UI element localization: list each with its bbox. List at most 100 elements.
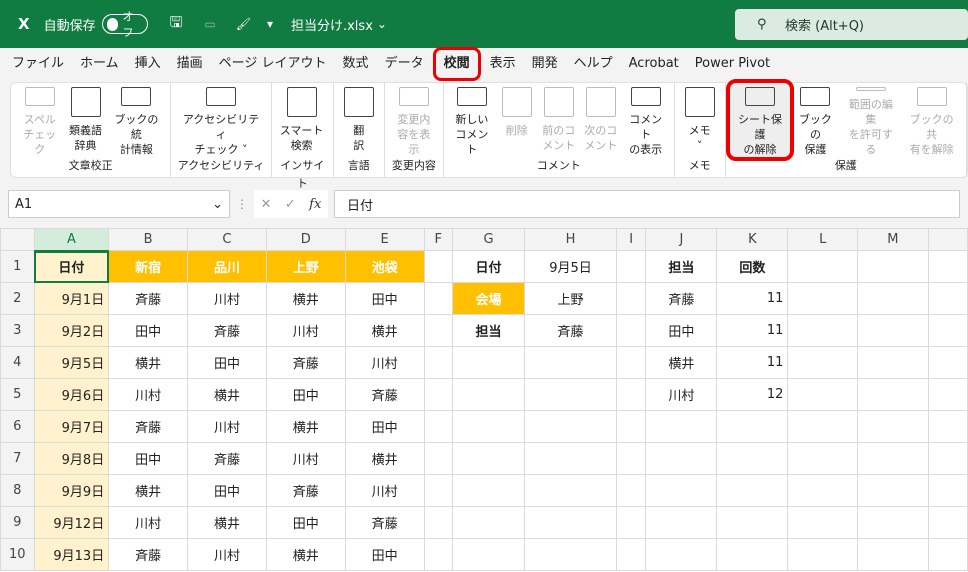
cell[interactable]: 9月5日 — [33, 346, 110, 379]
customize-qat-icon[interactable]: ▾ — [267, 17, 273, 31]
column-header[interactable]: M — [857, 228, 929, 251]
cell[interactable] — [857, 474, 929, 507]
cell[interactable]: 田中 — [265, 378, 346, 411]
tab-8[interactable]: 表示 — [482, 48, 524, 80]
row-header[interactable]: 3 — [0, 314, 35, 347]
cell[interactable] — [423, 442, 454, 475]
cell[interactable] — [787, 314, 859, 347]
cell[interactable]: 回数 — [716, 250, 789, 283]
cell[interactable]: 11 — [716, 282, 789, 315]
save-icon[interactable]: 🖫 — [170, 12, 183, 37]
cell[interactable]: 12 — [716, 378, 789, 411]
column-header[interactable]: L — [787, 228, 859, 251]
cell[interactable] — [423, 410, 454, 443]
cell[interactable]: 斉藤 — [524, 314, 617, 347]
insert-function-button[interactable]: fx — [309, 197, 321, 212]
cell[interactable] — [423, 538, 454, 571]
cell[interactable] — [452, 378, 526, 411]
cell[interactable]: 田中 — [108, 314, 189, 347]
tab-3[interactable]: 描画 — [169, 48, 211, 80]
cell[interactable] — [615, 474, 647, 507]
column-header[interactable] — [927, 228, 968, 251]
cell[interactable]: 斉藤 — [265, 474, 346, 507]
cell[interactable]: 田中 — [645, 314, 718, 347]
row-header[interactable]: 6 — [0, 410, 35, 443]
name-box[interactable]: A1 ⌄ — [8, 190, 230, 218]
tab-12[interactable]: Power Pivot — [687, 48, 778, 80]
cell[interactable] — [857, 250, 929, 283]
cell[interactable] — [857, 410, 929, 443]
column-header[interactable]: E — [344, 228, 425, 251]
cell[interactable]: 池袋 — [344, 250, 425, 283]
cell[interactable]: 9月12日 — [33, 506, 110, 539]
cell[interactable]: 横井 — [108, 474, 189, 507]
cell[interactable]: 斉藤 — [187, 314, 267, 347]
cell[interactable]: 斉藤 — [187, 442, 267, 475]
ribbon-button[interactable]: 翻訳 — [338, 83, 380, 157]
ribbon-button[interactable]: 前のコ メント — [538, 83, 580, 157]
cell[interactable]: 9月6日 — [33, 378, 110, 411]
ribbon-button[interactable]: コメント の表示 — [622, 83, 670, 157]
row-header[interactable]: 2 — [0, 282, 35, 315]
cell[interactable]: 田中 — [344, 282, 425, 315]
cell[interactable] — [645, 410, 718, 443]
cell[interactable] — [787, 346, 859, 379]
column-header[interactable]: C — [187, 228, 267, 251]
column-header[interactable]: J — [645, 228, 718, 251]
cell[interactable] — [452, 410, 526, 443]
cell[interactable] — [927, 474, 968, 507]
cell[interactable] — [927, 506, 968, 539]
cell[interactable]: 横井 — [265, 538, 346, 571]
cell[interactable] — [645, 474, 718, 507]
cell[interactable] — [787, 378, 859, 411]
cell[interactable] — [927, 410, 968, 443]
cell[interactable]: 担当 — [452, 314, 526, 347]
cell[interactable]: 横井 — [344, 314, 425, 347]
column-header[interactable]: G — [452, 228, 526, 251]
cell[interactable] — [423, 474, 454, 507]
cell[interactable] — [787, 506, 859, 539]
cell[interactable]: 斉藤 — [344, 378, 425, 411]
cell[interactable] — [857, 442, 929, 475]
tab-7[interactable]: 校閲 — [432, 47, 481, 81]
cell[interactable] — [423, 346, 454, 379]
cell[interactable]: 川村 — [265, 314, 346, 347]
cell[interactable]: 斉藤 — [108, 410, 189, 443]
ribbon-button[interactable]: 新しい コメント — [448, 83, 496, 157]
tab-1[interactable]: ホーム — [72, 48, 127, 80]
cell[interactable] — [524, 442, 617, 475]
column-header[interactable]: I — [615, 228, 647, 251]
cell[interactable]: 川村 — [187, 538, 267, 571]
cell[interactable]: 上野 — [265, 250, 346, 283]
cell[interactable] — [716, 474, 789, 507]
cell[interactable]: 担当 — [645, 250, 718, 283]
cell[interactable]: 横井 — [187, 378, 267, 411]
cell[interactable]: 上野 — [524, 282, 617, 315]
cell[interactable] — [927, 538, 968, 571]
row-header[interactable]: 1 — [0, 250, 35, 283]
cell[interactable] — [787, 474, 859, 507]
cell[interactable]: 田中 — [187, 474, 267, 507]
cell[interactable] — [524, 538, 617, 571]
cell[interactable] — [423, 282, 454, 315]
cell[interactable]: 11 — [716, 346, 789, 379]
cell[interactable] — [787, 410, 859, 443]
cell[interactable]: 川村 — [108, 378, 189, 411]
cell[interactable]: 川村 — [344, 346, 425, 379]
cell[interactable]: 川村 — [265, 442, 346, 475]
cell[interactable] — [423, 250, 454, 283]
cell[interactable] — [615, 314, 647, 347]
cell[interactable] — [615, 410, 647, 443]
cell[interactable] — [645, 442, 718, 475]
cell[interactable] — [857, 282, 929, 315]
cell[interactable] — [927, 314, 968, 347]
cell[interactable] — [787, 250, 859, 283]
tab-0[interactable]: ファイル — [4, 48, 72, 80]
cell[interactable]: 品川 — [187, 250, 267, 283]
column-header[interactable]: F — [423, 228, 454, 251]
cell[interactable]: 田中 — [108, 442, 189, 475]
column-header[interactable]: A — [33, 228, 110, 252]
cell[interactable]: 川村 — [108, 506, 189, 539]
cell[interactable] — [927, 378, 968, 411]
cell[interactable]: 横井 — [265, 282, 346, 315]
